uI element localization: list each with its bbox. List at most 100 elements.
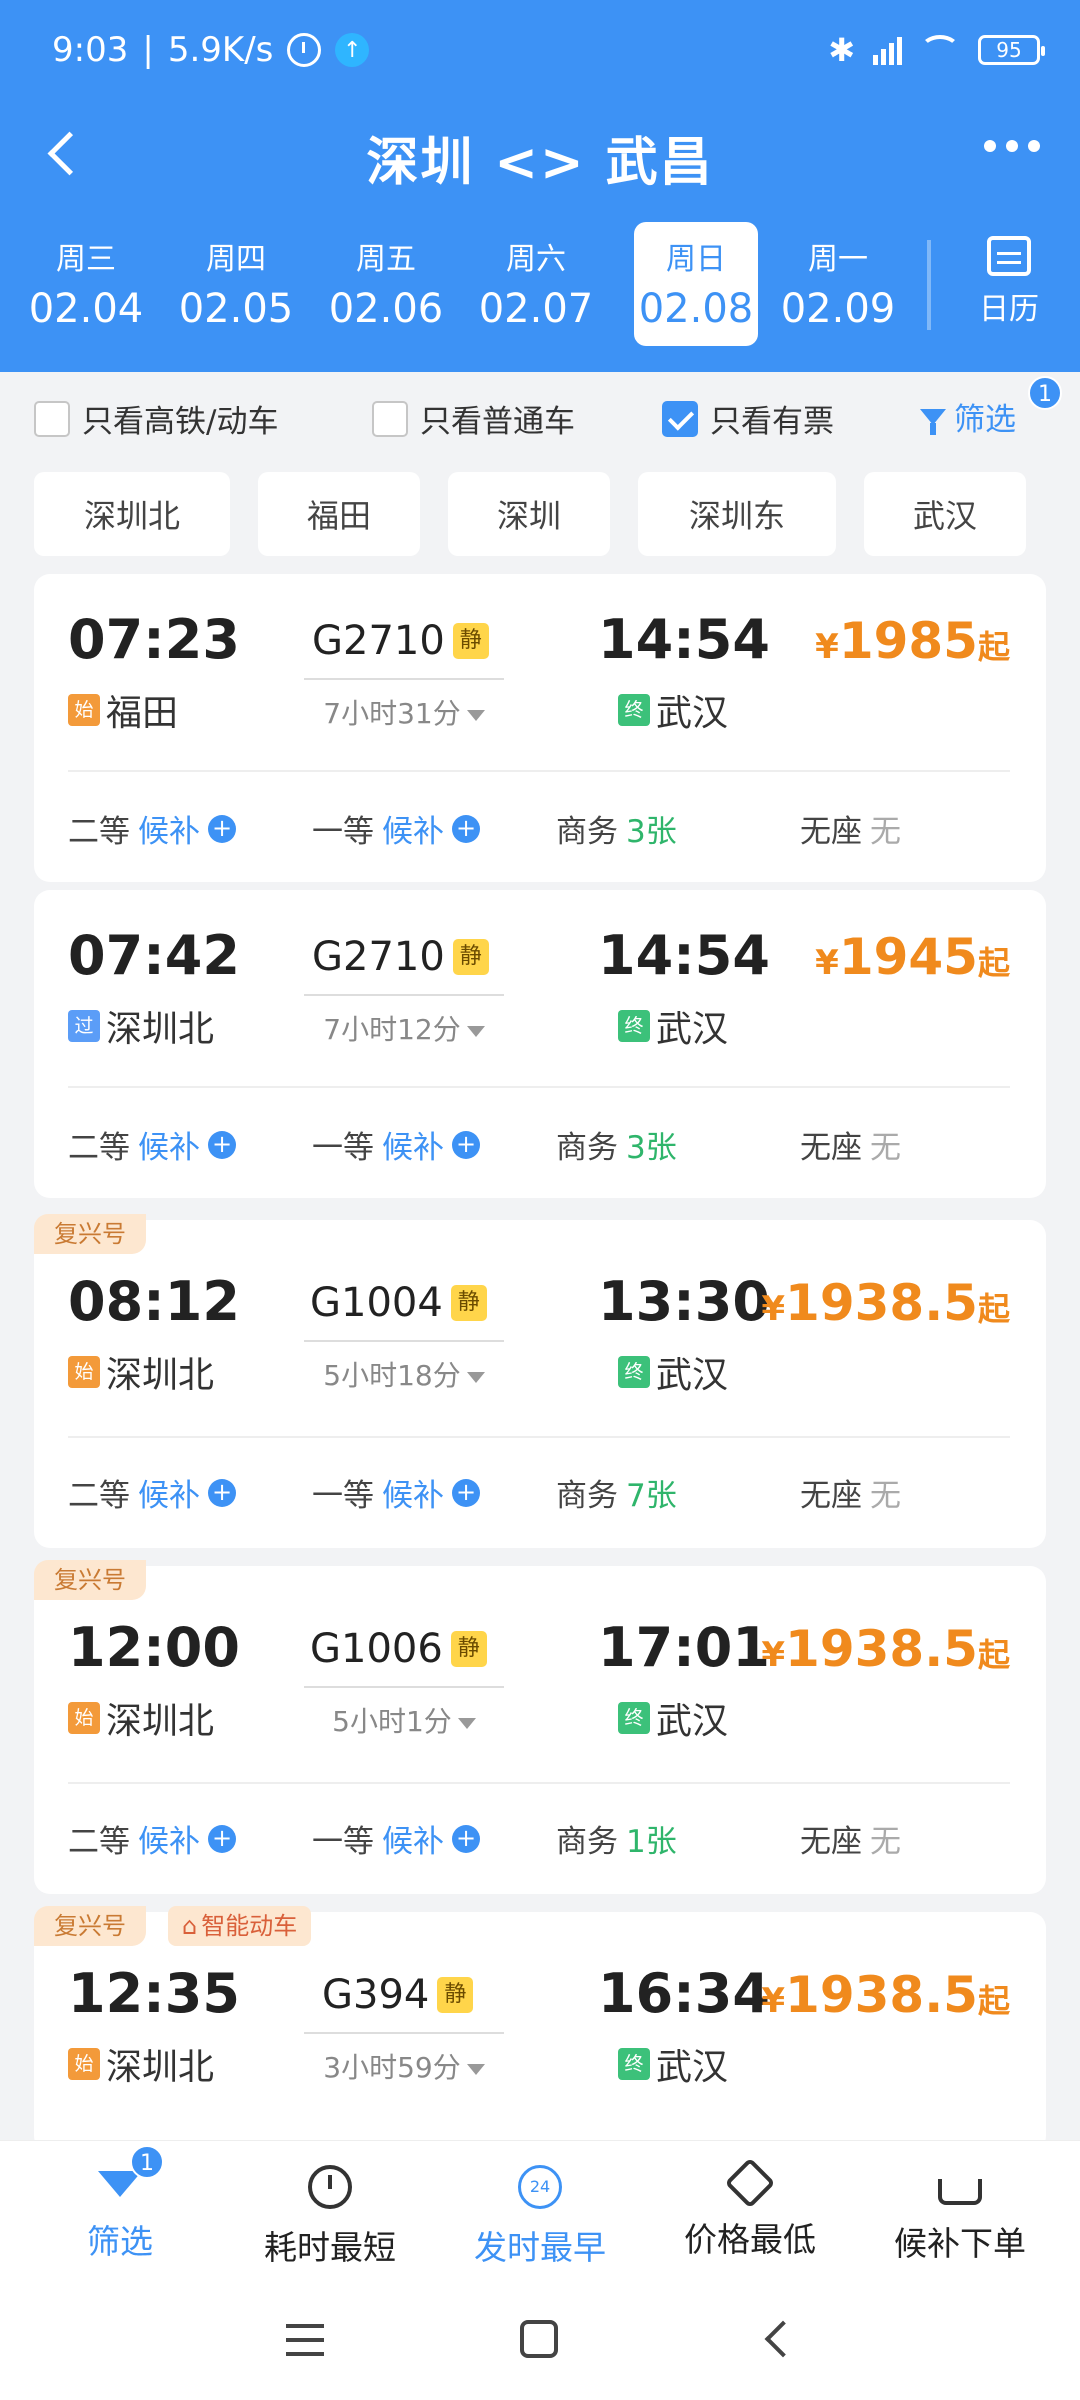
waitlist-order-tab[interactable]: 候补下单 [870,2159,1050,2265]
duration[interactable]: 7小时12分 [304,1008,504,1048]
network-speed: 5.9K/s [167,30,274,70]
filter-button[interactable]: 筛选 [920,394,1016,439]
calendar-button[interactable]: 日历 [954,222,1064,346]
arrival-station: 终武汉 [618,684,728,736]
sort-cheapest-tab[interactable]: 价格最低 [660,2157,840,2261]
quiet-car-badge: 静 [437,1977,474,2013]
train-card[interactable]: 07:42 过深圳北 G2710 静 7小时12分 14:54 终武汉 ¥1945… [34,890,1046,1198]
date-tab[interactable]: 周四 02.05 [174,222,298,346]
header: 9:03 | 5.9K/s ↑ ✱ 95 深圳 <> 武昌 周三 02.04 周… [0,0,1080,372]
station-chip[interactable]: 深圳 [448,472,610,556]
departure-time: 08:12 [68,1270,240,1333]
date-tab[interactable]: 周五 02.06 [324,222,448,346]
train-icon: ⌂ [182,1912,198,1940]
plus-icon: + [208,1130,236,1159]
seat-business[interactable]: 商务 3张 [556,1122,677,1167]
upload-icon: ↑ [335,33,370,67]
plus-icon: + [208,1478,236,1507]
wifi-icon [920,35,960,65]
chevron-down-icon [457,1717,476,1729]
status-bar: 9:03 | 5.9K/s ↑ ✱ 95 [52,22,1045,78]
train-type-tag: 复兴号 [34,1560,146,1600]
filter-tab[interactable]: 筛选 [30,2159,210,2263]
seat-business[interactable]: 商务 1张 [556,1816,677,1861]
status-time: 9:03 [52,30,129,70]
back-icon[interactable] [764,2320,802,2358]
filter-bar: 只看高铁/动车 只看普通车 只看有票 筛选 1 [0,376,1080,450]
seat-business[interactable]: 商务 3张 [556,806,677,851]
train-type-tag: 复兴号 [34,1906,146,1946]
clock-24-icon: 24 [518,2165,562,2209]
quiet-car-badge: 静 [450,1631,487,1667]
departure-time: 07:23 [68,608,240,671]
chevron-down-icon [466,2063,485,2075]
sort-earliest-tab[interactable]: 24 发时最早 [450,2159,630,2269]
bluetooth-icon: ✱ [828,31,855,69]
check-icon [662,400,698,437]
sort-toolbar: 筛选 1 耗时最短 24 发时最早 价格最低 候补下单 [0,2140,1080,2290]
station-chip[interactable]: 深圳东 [638,472,836,556]
more-icon[interactable] [984,140,1040,152]
duration[interactable]: 3小时59分 [304,2046,504,2086]
route-title: 深圳 <> 武昌 [366,133,714,193]
train-number: G1004 静 [310,1280,487,1326]
departure-station: 过深圳北 [68,1000,214,1052]
seat-second-class[interactable]: 二等 候补 + [68,1816,236,1861]
station-chip[interactable]: 深圳北 [34,472,230,556]
filter-count-badge: 1 [130,2145,164,2179]
filter-count-badge: 1 [1028,376,1062,410]
smart-train-tag: ⌂ 智能动车 [168,1906,312,1946]
sort-shortest-tab[interactable]: 耗时最短 [240,2159,420,2269]
date-tab[interactable]: 周三 02.04 [24,222,148,346]
available-only-checkbox[interactable]: 只看有票 [662,396,834,441]
quiet-car-badge: 静 [452,623,489,659]
seat-first-class[interactable]: 一等 候补 + [312,806,480,851]
chevron-down-icon [466,1371,485,1383]
quiet-car-badge: 静 [452,939,489,975]
plus-icon: + [208,814,236,843]
quiet-car-badge: 静 [450,1285,487,1321]
date-tab[interactable]: 周六 02.07 [474,222,598,346]
train-card[interactable]: 复兴号 12:00 始深圳北 G1006 静 5小时1分 17:01 终武汉 ¥1… [34,1560,1046,1894]
train-number: G394 静 [322,1972,474,2018]
normal-train-checkbox[interactable]: 只看普通车 [372,396,575,441]
price: ¥1945 起 [815,928,1010,986]
price: ¥1938.5 起 [761,1620,1010,1678]
date-tab-selected[interactable]: 周日 02.08 [634,222,758,346]
seat-second-class[interactable]: 二等 候补 + [68,806,236,851]
seat-second-class[interactable]: 二等 候补 + [68,1122,236,1167]
date-tab[interactable]: 周一 02.09 [776,222,900,346]
cart-icon [938,2179,982,2205]
departure-station: 始深圳北 [68,1692,214,1744]
duration[interactable]: 7小时31分 [304,692,504,732]
departure-time: 07:42 [68,924,240,987]
train-card[interactable]: 07:23 始福田 G2710 静 7小时31分 14:54 终武汉 ¥1985 起… [34,574,1046,882]
station-chip[interactable]: 武汉 [864,472,1026,556]
train-number: G2710 静 [312,934,489,980]
train-card[interactable]: 复兴号 08:12 始深圳北 G1004 静 5小时18分 13:30 终武汉 ¥… [34,1214,1046,1548]
seat-first-class[interactable]: 一等 候补 + [312,1122,480,1167]
signal-icon [873,35,902,65]
duration[interactable]: 5小时1分 [304,1700,504,1740]
clock-icon [308,2165,352,2209]
price-tag-icon [724,2157,776,2209]
seat-first-class[interactable]: 一等 候补 + [312,1816,480,1861]
station-chip[interactable]: 福田 [258,472,420,556]
price: ¥1938.5 起 [761,1966,1010,2024]
nav-bar: 深圳 <> 武昌 [0,108,1080,198]
home-icon[interactable] [520,2320,558,2358]
seat-second-class[interactable]: 二等 候补 + [68,1470,236,1515]
divider [927,240,931,330]
seat-first-class[interactable]: 一等 候补 + [312,1470,480,1515]
arrival-time: 17:01 [598,1616,770,1679]
seat-business[interactable]: 商务 7张 [556,1470,677,1515]
arrival-station: 终武汉 [618,1692,728,1744]
seat-standing: 无座无 [800,1130,901,1166]
duration[interactable]: 5小时18分 [304,1354,504,1394]
departure-station: 始深圳北 [68,1346,214,1398]
menu-icon[interactable] [286,2324,324,2356]
train-card[interactable]: 复兴号 ⌂ 智能动车 12:35 始深圳北 G394 静 3小时59分 16:34 … [34,1906,1046,2152]
plus-icon: + [452,1130,480,1159]
seat-standing: 无座无 [800,814,901,850]
high-speed-checkbox[interactable]: 只看高铁/动车 [34,396,278,441]
